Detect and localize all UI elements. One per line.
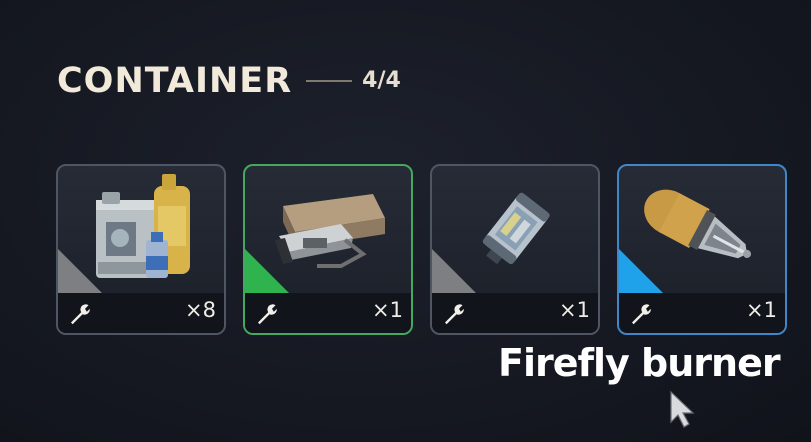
wrench-icon[interactable] <box>629 302 653 326</box>
slot-footer: ×8 <box>58 293 224 333</box>
inventory-slot-4[interactable]: ×1 <box>617 164 787 335</box>
wrench-icon[interactable] <box>442 302 466 326</box>
wrench-icon[interactable] <box>255 302 279 326</box>
item-quantity: ×8 <box>185 298 216 322</box>
item-quantity: ×1 <box>559 298 590 322</box>
inventory-slot-1[interactable]: ×8 <box>56 164 226 335</box>
flare-box-icon <box>245 166 411 294</box>
slot-footer: ×1 <box>245 293 411 333</box>
inventory-slot-2[interactable]: ×1 <box>243 164 413 335</box>
item-quantity: ×1 <box>372 298 403 322</box>
inventory-slot-3[interactable]: ×1 <box>430 164 600 335</box>
arrow-cursor-icon <box>668 389 698 429</box>
container-count: 4/4 <box>362 68 401 93</box>
container-title: CONTAINER <box>57 60 293 101</box>
canister-icon <box>432 166 598 294</box>
slot-footer: ×1 <box>432 293 598 333</box>
hovered-item-label: Firefly burner <box>498 341 781 385</box>
firefly-burner-icon <box>619 166 785 294</box>
fuel-cans-icon <box>58 166 224 294</box>
wrench-icon[interactable] <box>68 302 92 326</box>
item-quantity: ×1 <box>746 298 777 322</box>
container-header: CONTAINER 4/4 <box>57 58 401 104</box>
header-divider <box>306 80 353 82</box>
slot-footer: ×1 <box>619 293 785 333</box>
